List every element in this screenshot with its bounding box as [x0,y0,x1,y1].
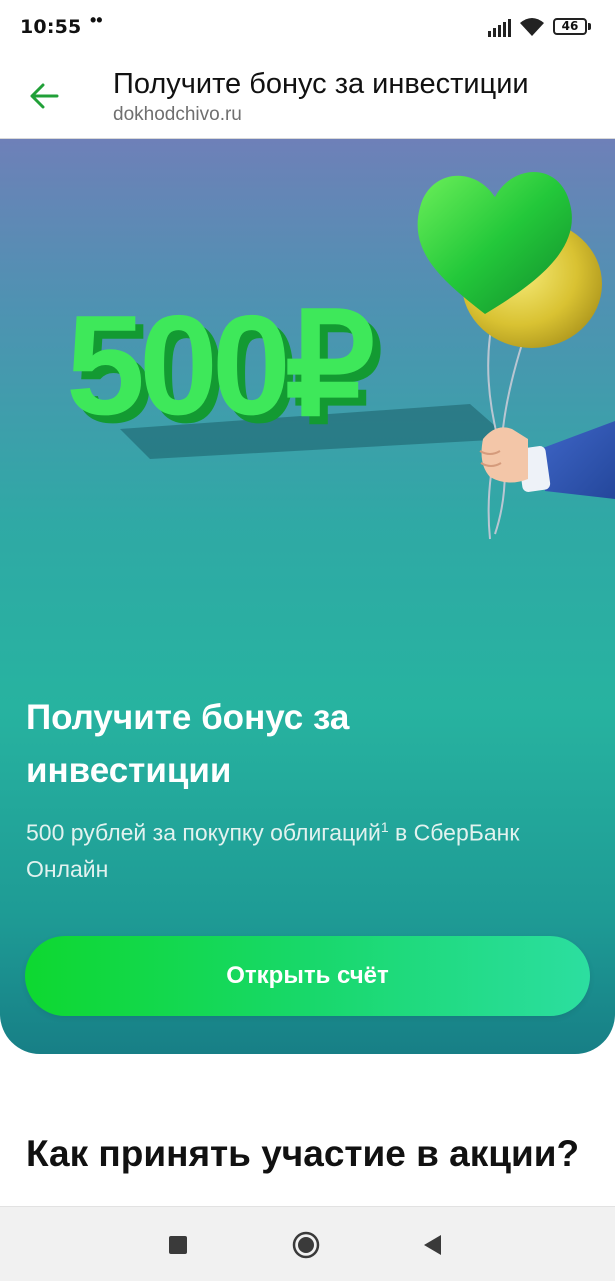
battery-level: 46 [561,19,579,33]
status-bar: 10:55 •• 46 [0,0,615,56]
battery-tip [588,23,591,30]
notification-dots: •• [90,10,103,30]
header-title: Получите бонус за инвестиции [113,68,529,100]
recent-apps-icon[interactable] [169,1236,187,1254]
arrow-left-icon [30,83,59,109]
wifi-icon [520,18,544,36]
home-icon[interactable] [292,1231,320,1259]
battery-icon: 46 [553,18,587,35]
promo-banner: 500₽ 500₽ Получите бонус за инвестиции 5… [0,139,615,1054]
hand [481,427,528,483]
header-url: dokhodchivo.ru [113,104,242,125]
navigation-bar [0,1206,615,1281]
signal-icon [488,19,511,37]
status-time: 10:55 [20,16,82,38]
section-heading: Как принять участие в акции? [26,1133,580,1174]
banner-subtitle-text: 500 рублей за покупку облигаций [26,819,381,846]
banner-title: Получите бонус за инвестиции [26,698,350,790]
footnote-marker[interactable]: 1 [381,819,389,835]
open-account-label: Открыть счёт [226,962,389,989]
hero-illustration: 500₽ 500₽ [66,171,615,540]
banner-subtitle: 500 рублей за покупку облигаций1 в СберБ… [26,809,546,887]
back-triangle-icon[interactable] [421,1233,443,1257]
back-button[interactable] [18,70,70,122]
open-account-button[interactable]: Открыть счёт [25,936,590,1016]
hero-amount: 500₽ [66,286,373,445]
app-header: Получите бонус за инвестиции dokhodchivo… [0,56,615,139]
